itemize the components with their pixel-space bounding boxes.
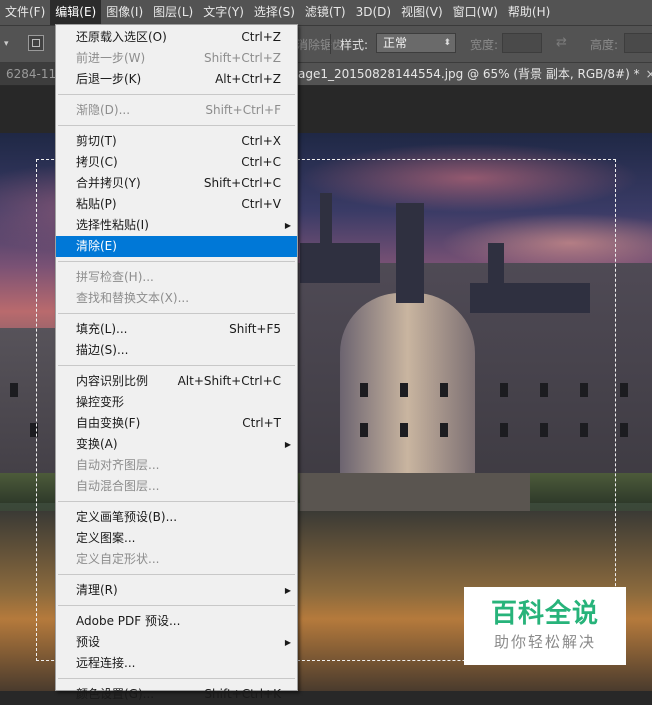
menu-separator [58,501,295,502]
options-divider [330,34,331,54]
menu-item-define-brush[interactable]: 定义画笔预设(B)... [56,507,297,528]
tab-document-1[interactable]: 6284-11 [6,67,56,81]
chevron-updown-icon: ⬍ [443,38,451,48]
menu-item-presets[interactable]: 预设 ▶ [56,632,297,653]
menu-item-content-aware-scale[interactable]: 内容识别比例 Alt+Shift+Ctrl+C [56,371,297,392]
antialias-label: 消除锯齿 [296,38,345,52]
menu-item-cut[interactable]: 剪切(T) Ctrl+X [56,131,297,152]
menu-separator [58,94,295,95]
menu-bar: 文件(F) 编辑(E) 图像(I) 图层(L) 文字(Y) 选择(S) 滤镜(T… [0,0,652,26]
menu-item-fill[interactable]: 填充(L)... Shift+F5 [56,319,297,340]
submenu-arrow-icon: ▶ [284,221,291,230]
edit-menu-dropdown: 还原载入选区(O) Ctrl+Z 前进一步(W) Shift+Ctrl+Z 后退一步… [55,24,298,701]
menu-type[interactable]: 文字(Y) [198,0,249,25]
menu-file[interactable]: 文件(F) [0,0,50,25]
menu-separator [58,125,295,126]
tab-document-active[interactable]: age1_20150828144554.jpg @ 65% (背景 副本, RG… [292,63,652,85]
menu-filter[interactable]: 滤镜(T) [300,0,351,25]
menu-item-fade[interactable]: 渐隐(D)... Shift+Ctrl+F [56,100,297,121]
menu-select[interactable]: 选择(S) [249,0,300,25]
submenu-arrow-icon: ▶ [284,638,291,647]
menu-item-paste[interactable]: 粘贴(P) Ctrl+V [56,194,297,215]
menu-item-copy-merged[interactable]: 合并拷贝(Y) Shift+Ctrl+C [56,173,297,194]
menu-separator [58,574,295,575]
menu-item-auto-blend-layers[interactable]: 自动混合图层... [56,476,297,497]
menu-item-undo[interactable]: 还原载入选区(O) Ctrl+Z [56,27,297,48]
menu-item-color-settings[interactable]: 颜色设置(G)... Shift+Ctrl+K [56,684,297,705]
swap-icon[interactable]: ⇄ [556,35,567,50]
menu-separator [58,605,295,606]
watermark-badge: 百科全说 助你轻松解决 [464,587,626,665]
menu-view[interactable]: 视图(V) [396,0,448,25]
close-icon[interactable]: × [646,67,652,81]
style-select[interactable]: 正常 ⬍ [376,33,456,53]
menu-item-define-pattern[interactable]: 定义图案... [56,528,297,549]
menu-help[interactable]: 帮助(H) [503,0,555,25]
submenu-arrow-icon: ▶ [284,440,291,449]
menu-item-auto-align-layers[interactable]: 自动对齐图层... [56,455,297,476]
menu-item-step-forward[interactable]: 前进一步(W) Shift+Ctrl+Z [56,48,297,69]
menu-item-adobe-pdf-presets[interactable]: Adobe PDF 预设... [56,611,297,632]
watermark-title: 百科全说 [490,599,599,629]
menu-layer[interactable]: 图层(L) [148,0,198,25]
castle-window [620,423,628,437]
menu-item-remote-connections[interactable]: 远程连接... [56,653,297,674]
menu-image[interactable]: 图像(I) [101,0,148,25]
menu-edit[interactable]: 编辑(E) [50,0,102,25]
menu-separator [58,313,295,314]
menu-separator [58,678,295,679]
menu-item-free-transform[interactable]: 自由变换(F) Ctrl+T [56,413,297,434]
watermark-subtitle: 助你轻松解决 [493,633,596,651]
menu-item-puppet-warp[interactable]: 操控变形 [56,392,297,413]
menu-item-transform[interactable]: 变换(A) ▶ [56,434,297,455]
menu-separator [58,365,295,366]
menu-item-purge[interactable]: 清理(R) ▶ [56,580,297,601]
new-selection-icon[interactable] [28,35,44,51]
menu-item-copy[interactable]: 拷贝(C) Ctrl+C [56,152,297,173]
menu-item-clear[interactable]: 清除(E) [56,236,297,257]
menu-item-stroke[interactable]: 描边(S)... [56,340,297,361]
submenu-arrow-icon: ▶ [284,586,291,595]
menu-item-step-backward[interactable]: 后退一步(K) Alt+Ctrl+Z [56,69,297,90]
tool-preset-dropdown-icon[interactable]: ▾ [4,35,14,53]
menu-3d[interactable]: 3D(D) [351,0,396,25]
width-input[interactable] [502,33,542,53]
style-select-value: 正常 [383,36,408,50]
menu-item-find-replace[interactable]: 查找和替换文本(X)... [56,288,297,309]
height-label: 高度: [590,38,619,52]
castle-window [620,383,628,397]
height-input[interactable] [624,33,652,53]
style-label: 样式: [340,38,369,52]
tab-active-title: age1_20150828144554.jpg @ 65% (背景 副本, RG… [298,67,640,81]
menu-item-define-custom-shape[interactable]: 定义自定形状... [56,549,297,570]
menu-separator [58,261,295,262]
menu-window[interactable]: 窗口(W) [448,0,503,25]
menu-item-check-spelling[interactable]: 拼写检查(H)... [56,267,297,288]
width-label: 宽度: [470,38,499,52]
menu-item-paste-special[interactable]: 选择性粘贴(I) ▶ [56,215,297,236]
castle-window [10,383,18,397]
